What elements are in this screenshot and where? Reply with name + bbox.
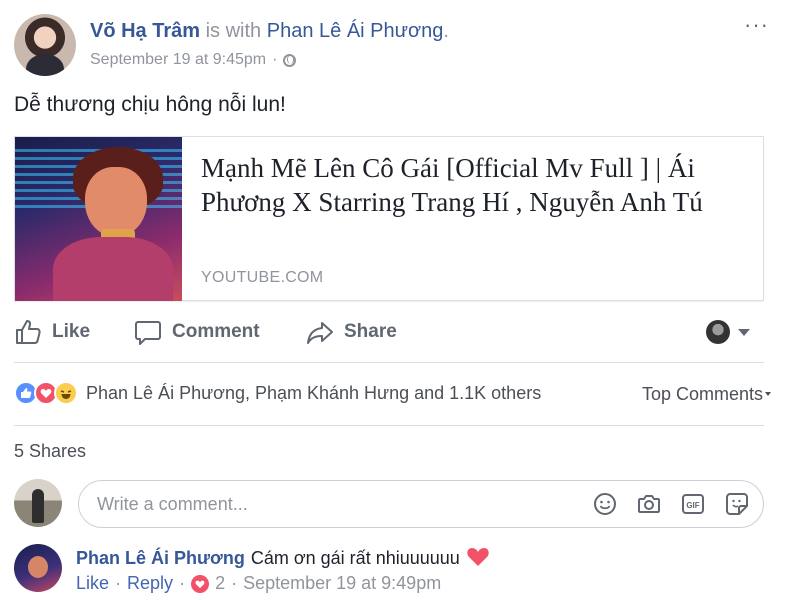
comment-button-label: Comment [172, 321, 260, 342]
comment: Phan Lê Ái Phương Cám ơn gái rất nhiuuuu… [76, 545, 490, 572]
divider [14, 425, 764, 426]
meta-separator: · [272, 51, 278, 68]
reactions-names[interactable]: Phan Lê Ái Phương, Phạm Khánh Hưng and 1… [86, 383, 541, 404]
comment-composer[interactable]: GIF [78, 480, 764, 528]
share-arrow-icon [306, 318, 334, 346]
meta-separator: · [231, 573, 238, 593]
comment-text: Cám ơn gái rất nhiuuuuuu [250, 548, 460, 568]
reactions-summary[interactable]: Phan Lê Ái Phương, Phạm Khánh Hưng and 1… [14, 381, 541, 405]
comment-bubble-icon [134, 318, 162, 346]
selector-avatar [706, 320, 730, 344]
comment-timestamp[interactable]: September 19 at 9:49pm [243, 573, 441, 594]
divider [14, 362, 764, 363]
love-reaction-icon[interactable] [191, 574, 210, 593]
composer-avatar [14, 479, 62, 527]
facebook-post: Võ Hạ Trâm is with Phan Lê Ái Phương. Se… [0, 0, 787, 600]
link-title[interactable]: Mạnh Mẽ Lên Cô Gái [Official Mv Full ] |… [201, 151, 749, 219]
top-comments-dropdown[interactable]: Top Comments [642, 384, 772, 405]
author-name[interactable]: Võ Hạ Trâm [90, 20, 200, 42]
thumbs-up-icon [14, 318, 42, 346]
camera-icon[interactable] [637, 492, 661, 516]
like-button[interactable]: Like [14, 314, 90, 350]
gif-icon[interactable]: GIF [681, 492, 705, 516]
comment-reply-link[interactable]: Reply [127, 573, 173, 594]
globe-icon[interactable] [283, 53, 297, 67]
tagged-user[interactable]: Phan Lê Ái Phương [267, 20, 444, 42]
heart-icon [466, 545, 490, 572]
haha-reaction-icon [54, 381, 78, 405]
action-bar: Like Comment Share [14, 314, 764, 350]
share-button-label: Share [344, 321, 397, 342]
comment-reaction-count[interactable]: 2 [215, 573, 225, 594]
svg-text:GIF: GIF [686, 501, 699, 510]
commenter-avatar[interactable] [14, 544, 62, 592]
comment-input[interactable] [97, 481, 577, 527]
composer-icons: GIF [593, 492, 749, 516]
comment-as-selector[interactable] [706, 320, 750, 344]
sticker-icon[interactable] [725, 492, 749, 516]
author-avatar[interactable] [14, 14, 76, 76]
link-preview-card[interactable]: Mạnh Mẽ Lên Cô Gái [Official Mv Full ] |… [14, 136, 764, 301]
caret-down-icon [738, 328, 750, 336]
share-button[interactable]: Share [306, 314, 397, 350]
thumbnail-face [85, 167, 147, 237]
tagged-suffix: . [443, 20, 449, 42]
link-domain: YOUTUBE.COM [201, 269, 324, 286]
comment-like-link[interactable]: Like [76, 573, 109, 594]
comment-actions: Like · Reply · 2 · September 19 at 9:49p… [76, 573, 441, 594]
more-options-icon[interactable]: ··· [744, 14, 769, 36]
meta-separator: · [179, 573, 186, 593]
post-timestamp[interactable]: September 19 at 9:45pm [90, 51, 266, 69]
emoji-icon[interactable] [593, 492, 617, 516]
with-text: is with [205, 20, 262, 42]
comment-author[interactable]: Phan Lê Ái Phương [76, 548, 245, 569]
like-button-label: Like [52, 321, 91, 342]
comment-button[interactable]: Comment [134, 314, 260, 350]
meta-separator: · [115, 573, 122, 593]
shares-count[interactable]: 5 Shares [14, 441, 86, 462]
author-line: Võ Hạ Trâm is with Phan Lê Ái Phương. [90, 20, 449, 43]
thumbnail-body [53, 237, 173, 301]
link-thumbnail[interactable] [15, 137, 182, 301]
post-meta: September 19 at 9:45pm · [90, 51, 297, 69]
post-text: Dễ thương chịu hông nỗi lun! [14, 93, 286, 116]
